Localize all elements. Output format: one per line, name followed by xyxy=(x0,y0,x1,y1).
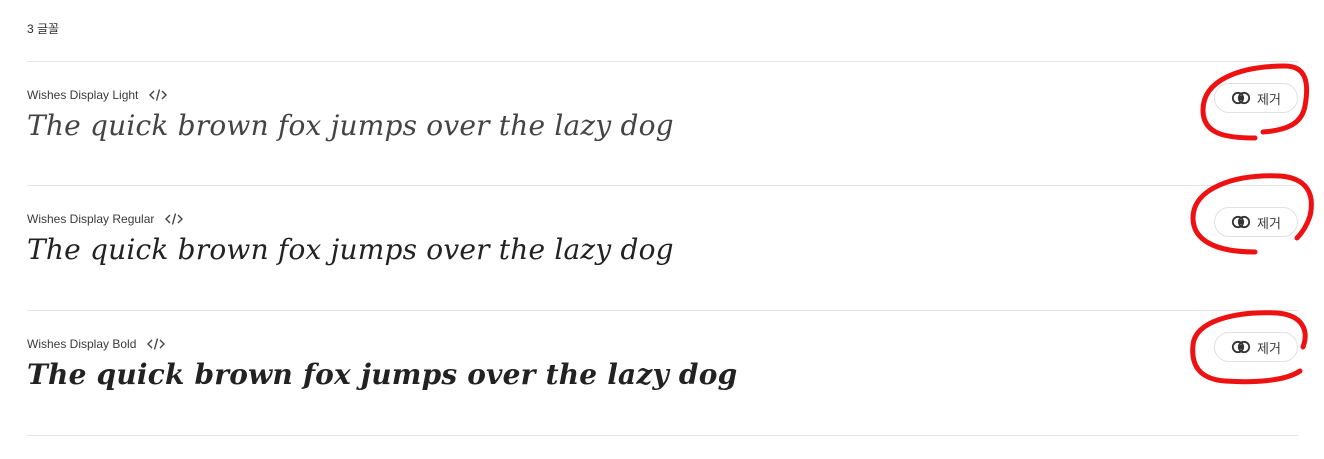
creative-cloud-icon xyxy=(1231,340,1251,354)
font-count: 3 글꼴 xyxy=(27,22,60,36)
font-row-light: Wishes Display Light The quick brown fox… xyxy=(0,61,1324,185)
font-row-regular: Wishes Display Regular The quick brown f… xyxy=(0,185,1324,309)
remove-button[interactable]: 제거 xyxy=(1214,207,1298,237)
divider xyxy=(27,435,1298,436)
code-icon[interactable] xyxy=(148,88,168,102)
font-name: Wishes Display Bold xyxy=(27,337,137,351)
creative-cloud-icon xyxy=(1231,215,1251,229)
code-icon[interactable] xyxy=(146,337,166,351)
font-row-bold: Wishes Display Bold The quick brown fox … xyxy=(0,310,1324,434)
font-name: Wishes Display Light xyxy=(27,88,139,102)
font-sample: The quick brown fox jumps over the lazy … xyxy=(27,109,674,142)
font-name: Wishes Display Regular xyxy=(27,212,155,226)
remove-button[interactable]: 제거 xyxy=(1214,83,1298,113)
creative-cloud-icon xyxy=(1231,91,1251,105)
code-icon[interactable] xyxy=(164,212,184,226)
remove-button[interactable]: 제거 xyxy=(1214,332,1298,362)
font-family-page: 3 글꼴 Wishes Display Light The quick brow… xyxy=(0,0,1324,459)
remove-label: 제거 xyxy=(1257,91,1281,107)
remove-label: 제거 xyxy=(1257,215,1281,231)
remove-label: 제거 xyxy=(1257,340,1281,356)
font-sample: The quick brown fox jumps over the lazy … xyxy=(27,233,674,266)
font-sample: The quick brown fox jumps over the lazy … xyxy=(27,358,738,391)
